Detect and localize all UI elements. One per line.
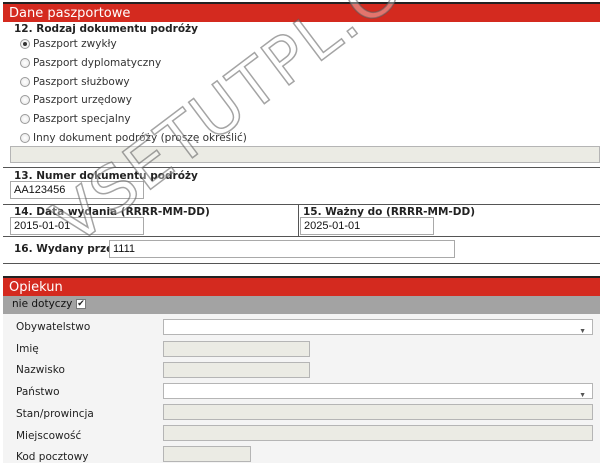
first-name-input[interactable] — [163, 341, 310, 357]
chevron-down-icon: ▼ — [579, 392, 586, 399]
valid-until-input[interactable]: 2025-01-01 — [300, 217, 434, 235]
guardian-section-title: Opiekun — [9, 280, 63, 295]
divider — [3, 204, 600, 205]
radio-button-icon[interactable] — [20, 58, 30, 68]
radio-label: Paszport dyplomatyczny — [33, 57, 162, 69]
last-name-input[interactable] — [163, 362, 310, 378]
guardian-section-header: Opiekun — [3, 276, 600, 296]
divider — [298, 204, 299, 236]
radio-label: Paszport specjalny — [33, 113, 131, 125]
divider — [3, 236, 600, 237]
radio-doc-type-diplomatic[interactable]: Paszport dyplomatyczny — [20, 56, 161, 70]
issue-date-input[interactable]: 2015-01-01 — [10, 217, 144, 235]
radio-label: Paszport służbowy — [33, 76, 130, 88]
city-input[interactable] — [163, 425, 593, 441]
radio-button-icon[interactable] — [20, 39, 30, 49]
other-doc-input[interactable] — [10, 146, 600, 163]
divider — [3, 263, 600, 264]
issued-by-input[interactable]: 1111 — [109, 240, 455, 258]
issued-by-label: 16. Wydany przez — [14, 243, 120, 255]
country-select[interactable]: ▼ — [163, 383, 593, 399]
radio-button-icon[interactable] — [20, 95, 30, 105]
passport-section-header: Dane paszportowe — [3, 2, 600, 22]
not-applicable-checkbox[interactable]: ✔ — [76, 299, 86, 309]
postal-code-label: Kod pocztowy — [16, 451, 89, 463]
radio-doc-type-other[interactable]: Inny dokument podróży (proszę określić) — [20, 131, 247, 145]
not-applicable-label: nie dotyczy — [12, 298, 73, 310]
state-input[interactable] — [163, 404, 593, 420]
checkmark-icon: ✔ — [77, 299, 85, 309]
last-name-label: Nazwisko — [16, 364, 65, 376]
chevron-down-icon: ▼ — [579, 328, 586, 335]
city-label: Miejscowość — [16, 430, 82, 442]
radio-doc-type-special[interactable]: Paszport specjalny — [20, 112, 131, 126]
radio-doc-type-service[interactable]: Paszport służbowy — [20, 75, 130, 89]
postal-code-input[interactable] — [163, 446, 251, 462]
radio-label: Paszport zwykły — [33, 38, 117, 50]
doc-number-input[interactable]: AA123456 — [10, 181, 144, 199]
not-applicable-bar — [3, 296, 600, 314]
first-name-label: Imię — [16, 343, 39, 355]
citizenship-select[interactable]: ▼ — [163, 319, 593, 335]
radio-doc-type-regular[interactable]: Paszport zwykły — [20, 37, 117, 51]
radio-label: Inny dokument podróży (proszę określić) — [33, 132, 247, 144]
radio-button-icon[interactable] — [20, 133, 30, 143]
radio-button-icon[interactable] — [20, 114, 30, 124]
radio-label: Paszport urzędowy — [33, 94, 132, 106]
radio-doc-type-official[interactable]: Paszport urzędowy — [20, 93, 132, 107]
country-label: Państwo — [16, 386, 60, 398]
state-label: Stan/prowincja — [16, 408, 94, 420]
passport-section-title: Dane paszportowe — [9, 6, 131, 21]
doc-type-label: 12. Rodzaj dokumentu podróży — [14, 23, 198, 35]
radio-button-icon[interactable] — [20, 77, 30, 87]
citizenship-label: Obywatelstwo — [16, 321, 91, 333]
divider — [3, 167, 600, 168]
